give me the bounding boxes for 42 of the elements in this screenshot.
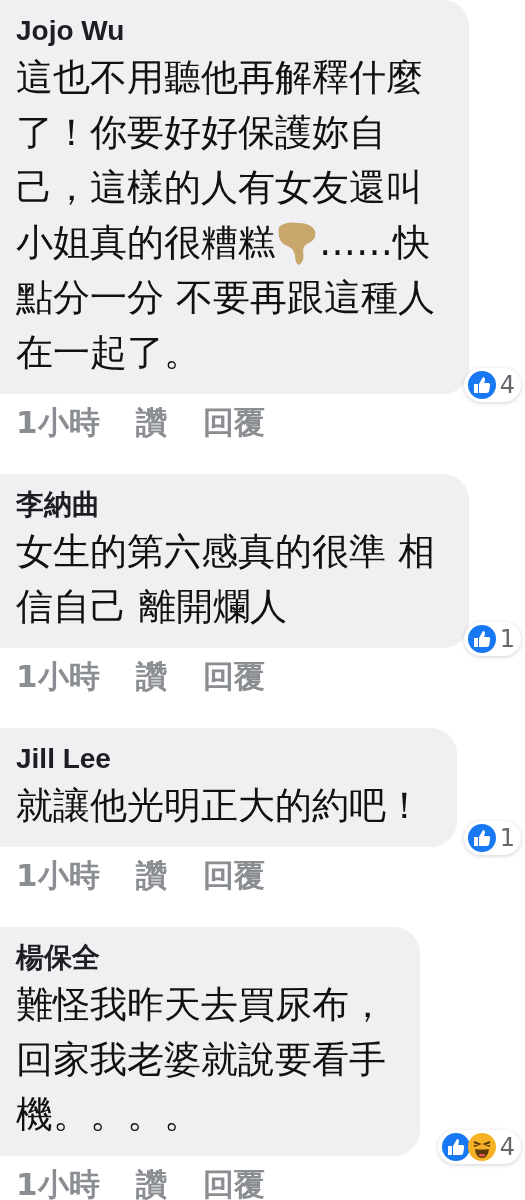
- comment-text: 了！你要好好保護妳自: [16, 110, 386, 156]
- reaction-count: 4: [499, 371, 515, 399]
- reaction-badge[interactable]: 1: [463, 622, 521, 656]
- comment-text: 己，這樣的人有女友還叫: [16, 165, 423, 211]
- timestamp: 1小時: [16, 403, 100, 442]
- timestamp: 1小時: [16, 1165, 100, 1200]
- comment-text: 點分一分 不要再跟這種人: [16, 275, 435, 321]
- reaction-badge[interactable]: 4: [437, 1130, 521, 1164]
- comment-text: 這也不用聽他再解釋什麼: [16, 55, 423, 101]
- timestamp: 1小時: [16, 657, 100, 696]
- reply-link[interactable]: 回覆: [202, 1164, 265, 1200]
- reaction-count: 1: [499, 824, 515, 852]
- comment-text: 就讓他光明正大的約吧！: [16, 783, 423, 829]
- reaction-badge[interactable]: 1: [463, 821, 521, 855]
- author-name[interactable]: 李納曲: [16, 486, 435, 524]
- like-link[interactable]: 讚: [135, 402, 167, 444]
- like-icon: [441, 1133, 470, 1161]
- reaction-badge[interactable]: 4: [463, 368, 521, 402]
- like-icon: [467, 625, 496, 653]
- like-link[interactable]: 讚: [135, 656, 167, 698]
- timestamp: 1小時: [16, 856, 100, 895]
- reaction-count: 1: [499, 625, 515, 653]
- comment-text: 回家我老婆就說要看手: [16, 1037, 386, 1083]
- comment-text: 難怪我昨天去買尿布，: [16, 982, 386, 1028]
- author-name[interactable]: 楊保全: [16, 939, 386, 977]
- comment-text: 信自己 離開爛人: [16, 584, 287, 630]
- reaction-count: 4: [499, 1133, 515, 1161]
- reply-link[interactable]: 回覆: [202, 402, 265, 444]
- reply-link[interactable]: 回覆: [202, 855, 265, 897]
- like-icon: [467, 371, 496, 399]
- author-name[interactable]: Jill Lee: [16, 740, 423, 778]
- comment-text: 小姐真的很糟糕: [16, 220, 275, 266]
- author-name[interactable]: Jojo Wu: [16, 12, 435, 50]
- like-icon: [467, 824, 496, 852]
- comment-text: ……快: [319, 220, 430, 266]
- reply-link[interactable]: 回覆: [202, 656, 265, 698]
- laughing-face-icon: [467, 1133, 496, 1161]
- like-link[interactable]: 讚: [135, 855, 167, 897]
- comment-text: 機。。。。: [16, 1092, 201, 1138]
- like-link[interactable]: 讚: [135, 1164, 167, 1200]
- comment-text: 在一起了。: [16, 330, 201, 376]
- comment-text: 女生的第六感真的很準 相: [16, 529, 435, 575]
